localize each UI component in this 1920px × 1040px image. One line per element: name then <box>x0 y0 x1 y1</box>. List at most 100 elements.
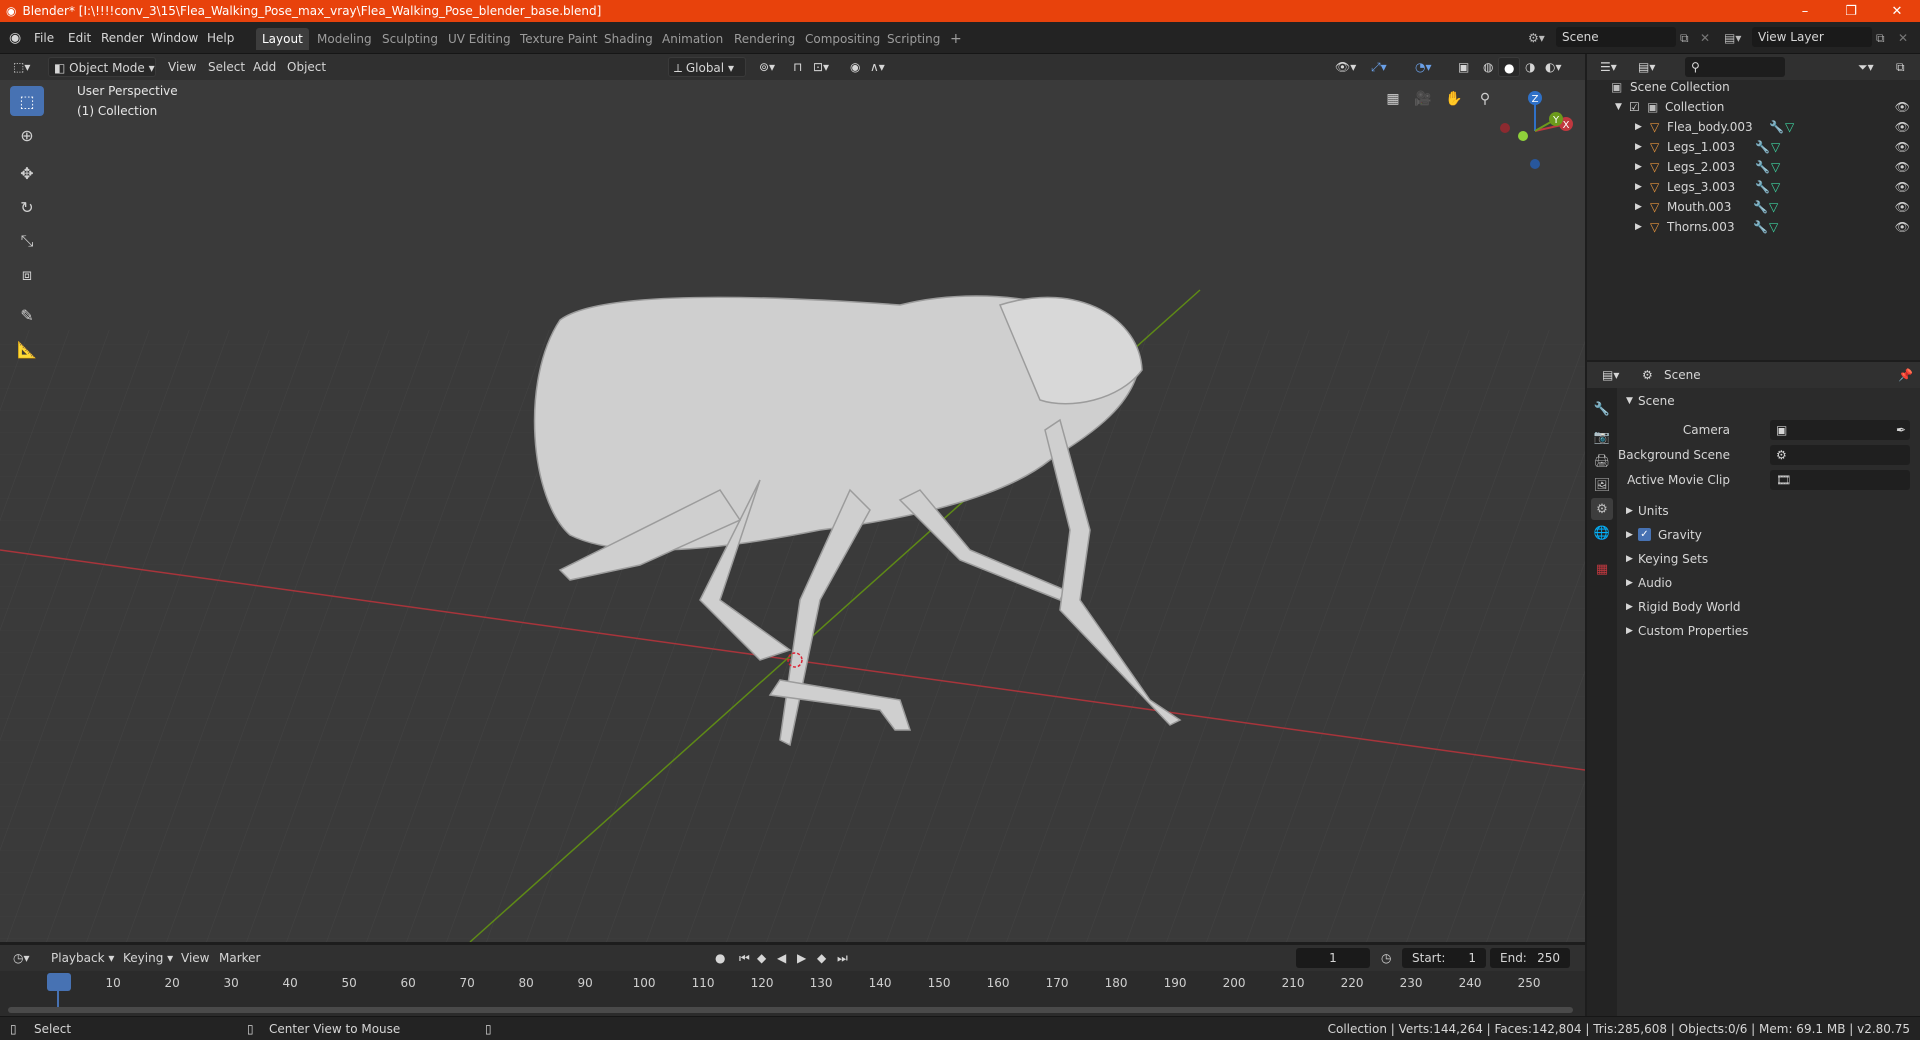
scene-tab-icon[interactable]: ⚙ <box>1591 498 1613 520</box>
gizmo-neg-y-handle[interactable] <box>1518 131 1528 141</box>
next-keyframe-icon[interactable]: ◆ <box>812 948 831 968</box>
viewport-menu-add[interactable]: Add <box>248 57 281 77</box>
delete-view-layer-icon[interactable]: ✕ <box>1898 29 1908 47</box>
record-icon[interactable]: ● <box>710 948 730 968</box>
texture-tab-icon[interactable]: ▦ <box>1591 558 1613 580</box>
eye-icon[interactable]: 👁 <box>1895 217 1910 237</box>
viewport-menu-select[interactable]: Select <box>203 57 250 77</box>
scale-tool-icon[interactable]: ⤡ <box>10 226 44 256</box>
menu-help[interactable]: Help <box>207 29 234 47</box>
3d-viewport[interactable]: User Perspective (1) Collection ▦ 🎥 ✋ ⚲ … <box>0 80 1585 942</box>
menu-file[interactable]: File <box>34 29 54 47</box>
timeline-menu-marker[interactable]: Marker <box>214 948 265 968</box>
modifier-wrench-icon[interactable]: 🔧 <box>1753 197 1768 217</box>
xray-toggle-icon[interactable]: ▣ <box>1453 57 1474 77</box>
measure-tool-icon[interactable]: 📐 <box>10 334 44 364</box>
audio-panel-header[interactable]: ▶ Audio <box>1622 572 1916 594</box>
playhead[interactable] <box>47 973 71 991</box>
selectability-icon[interactable]: 👁▾ <box>1330 57 1361 77</box>
proportional-edit-icon[interactable]: ◉ <box>845 57 865 77</box>
scene-panel-header[interactable]: ▼ Scene <box>1622 390 1916 412</box>
shading-solid-icon[interactable]: ● <box>1498 57 1521 77</box>
new-scene-icon[interactable]: ⧉ <box>1680 29 1689 47</box>
viewport-menu-object[interactable]: Object <box>282 57 331 77</box>
annotate-tool-icon[interactable]: ✎ <box>10 300 44 330</box>
custom-properties-panel-header[interactable]: ▶ Custom Properties <box>1622 620 1916 642</box>
outliner-search-input[interactable]: ⚲ <box>1685 57 1785 77</box>
blender-menu-icon[interactable]: ◉ <box>9 29 21 47</box>
exclude-checkbox[interactable]: ☑ <box>1629 97 1640 117</box>
add-workspace-button[interactable]: + <box>944 28 968 50</box>
world-tab-icon[interactable]: 🌐 <box>1591 522 1613 544</box>
outliner-collection[interactable]: ▼ ☑ ▣ Collection 👁 <box>1587 97 1920 117</box>
tool-tab-icon[interactable]: 🔧 <box>1591 398 1613 420</box>
snap-target-icon[interactable]: ⊡▾ <box>808 57 834 77</box>
toggle-perspective-icon[interactable]: ▦ <box>1380 86 1406 112</box>
eye-icon[interactable]: 👁 <box>1895 197 1910 217</box>
workspace-tab-texture-paint[interactable]: Texture Paint <box>514 28 603 50</box>
camera-field[interactable]: ▣ ✒ <box>1770 420 1910 440</box>
eye-icon[interactable]: 👁 <box>1895 117 1910 137</box>
active-movie-clip-field[interactable]: 🎞 <box>1770 470 1910 490</box>
eye-icon[interactable]: 👁 <box>1895 137 1910 157</box>
units-panel-header[interactable]: ▶ Units <box>1622 500 1916 522</box>
chevron-right-icon[interactable]: ▶ <box>1635 137 1642 157</box>
gravity-panel-header[interactable]: ▶ ✓ Gravity <box>1622 524 1916 546</box>
mode-selector[interactable]: ◧ Object Mode ▾ <box>48 57 156 77</box>
prev-keyframe-icon[interactable]: ◆ <box>752 948 771 968</box>
menu-edit[interactable]: Edit <box>68 29 91 47</box>
minimize-button[interactable]: – <box>1782 0 1828 22</box>
mesh-data-icon[interactable]: ▽ <box>1771 177 1780 197</box>
play-reverse-icon[interactable]: ◀ <box>772 948 791 968</box>
outliner-object-row[interactable]: ▶ ▽ Thorns.003 🔧 ▽ 👁 <box>1587 217 1920 237</box>
pan-view-icon[interactable]: ✋ <box>1441 86 1467 112</box>
shading-wireframe-icon[interactable]: ◍ <box>1478 57 1498 77</box>
chevron-right-icon[interactable]: ▶ <box>1635 217 1642 237</box>
close-window-button[interactable]: ✕ <box>1874 0 1920 22</box>
filter-icon[interactable]: ⏷▾ <box>1853 57 1879 77</box>
new-collection-icon[interactable]: ⧉ <box>1891 57 1910 77</box>
menu-render[interactable]: Render <box>101 29 144 47</box>
falloff-icon[interactable]: ∧▾ <box>865 57 890 77</box>
modifier-wrench-icon[interactable]: 🔧 <box>1753 217 1768 237</box>
outliner-object-row[interactable]: ▶ ▽ Legs_2.003 🔧 ▽ 👁 <box>1587 157 1920 177</box>
camera-view-icon[interactable]: 🎥 <box>1410 86 1436 112</box>
shading-rendered-icon[interactable]: ◐▾ <box>1540 57 1567 77</box>
scene-name-field[interactable]: Scene <box>1556 27 1676 47</box>
workspace-tab-sculpting[interactable]: Sculpting <box>376 28 444 50</box>
workspace-tab-compositing[interactable]: Compositing <box>799 28 886 50</box>
outliner-object-row[interactable]: ▶ ▽ Flea_body.003 🔧 ▽ 👁 <box>1587 117 1920 137</box>
transform-orientation-dropdown[interactable]: ⟂ Global ▾ <box>668 57 746 77</box>
workspace-tab-scripting[interactable]: Scripting <box>881 28 946 50</box>
timeline-scrollbar[interactable] <box>8 1007 1573 1013</box>
workspace-tab-rendering[interactable]: Rendering <box>728 28 801 50</box>
chevron-down-icon[interactable]: ▼ <box>1615 97 1622 117</box>
mesh-data-icon[interactable]: ▽ <box>1771 157 1780 177</box>
new-view-layer-icon[interactable]: ⧉ <box>1876 29 1885 47</box>
workspace-tab-uv-editing[interactable]: UV Editing <box>442 28 517 50</box>
chevron-right-icon[interactable]: ▶ <box>1635 157 1642 177</box>
outliner-object-row[interactable]: ▶ ▽ Mouth.003 🔧 ▽ 👁 <box>1587 197 1920 217</box>
menu-window[interactable]: Window <box>151 29 198 47</box>
restore-button[interactable]: ❐ <box>1828 0 1874 22</box>
navigation-gizmo[interactable]: Z X Y <box>1490 86 1580 176</box>
outliner-object-row[interactable]: ▶ ▽ Legs_3.003 🔧 ▽ 👁 <box>1587 177 1920 197</box>
overlays-toggle-icon[interactable]: ◔▾ <box>1410 57 1437 77</box>
modifier-wrench-icon[interactable]: 🔧 <box>1755 157 1770 177</box>
start-frame-field[interactable]: Start: 1 <box>1402 948 1486 968</box>
workspace-tab-shading[interactable]: Shading <box>598 28 659 50</box>
timeline-menu-view[interactable]: View <box>176 948 214 968</box>
timeline-area[interactable]: 1102030405060708090100110120130140150160… <box>0 971 1585 1016</box>
end-frame-field[interactable]: End: 250 <box>1490 948 1570 968</box>
mesh-data-icon[interactable]: ▽ <box>1785 117 1794 137</box>
rigid-body-world-panel-header[interactable]: ▶ Rigid Body World <box>1622 596 1916 618</box>
eye-icon[interactable]: 👁 <box>1895 157 1910 177</box>
outliner-object-row[interactable]: ▶ ▽ Legs_1.003 🔧 ▽ 👁 <box>1587 137 1920 157</box>
view-layer-field[interactable]: View Layer <box>1752 27 1872 47</box>
current-frame-field[interactable]: 1 <box>1296 948 1370 968</box>
rotate-tool-icon[interactable]: ↻ <box>10 192 44 222</box>
transform-tool-icon[interactable]: ⧈ <box>10 260 44 290</box>
gizmo-neg-z-handle[interactable] <box>1530 159 1540 169</box>
view-layer-icon[interactable]: ▤▾ <box>1724 29 1741 47</box>
frame-ruler[interactable]: 1102030405060708090100110120130140150160… <box>0 971 1585 991</box>
